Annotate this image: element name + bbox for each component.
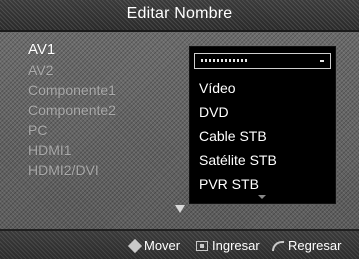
option-pvr-stb[interactable]: PVR STB (199, 175, 259, 193)
current-name-placeholder-icon (201, 59, 249, 62)
enter-icon (196, 241, 208, 251)
move-diamond-icon (127, 238, 143, 254)
option-cable-stb[interactable]: Cable STB (199, 127, 267, 145)
help-return-label: Regresar (288, 238, 342, 253)
option-dvd[interactable]: DVD (199, 103, 229, 121)
source-item-av2[interactable]: AV2 (28, 60, 188, 80)
title-bar: Editar Nombre (0, 0, 359, 32)
option-satelite-stb[interactable]: Satélite STB (199, 151, 277, 169)
help-move: Mover (127, 238, 181, 254)
name-options-dropdown[interactable]: Vídeo DVD Cable STB Satélite STB PVR STB (189, 46, 336, 204)
help-enter-label: Ingresar (212, 238, 260, 253)
dropdown-more-arrow-icon[interactable] (258, 195, 266, 199)
help-enter: Ingresar (196, 238, 260, 253)
input-source-list: AV1 AV2 Componente1 Componente2 PC HDMI1… (28, 40, 188, 180)
current-name-caret-icon (320, 60, 324, 62)
source-item-av1[interactable]: AV1 (28, 40, 188, 60)
page-title: Editar Nombre (126, 5, 233, 22)
source-item-pc[interactable]: PC (28, 120, 188, 140)
scroll-down-arrow-icon[interactable] (175, 205, 185, 213)
help-move-label: Mover (144, 238, 181, 253)
return-icon (272, 241, 284, 251)
help-bar: Mover Ingresar Regresar (0, 229, 359, 259)
option-video[interactable]: Vídeo (199, 79, 236, 97)
source-item-componente1[interactable]: Componente1 (28, 80, 188, 100)
source-item-hdmi1[interactable]: HDMI1 (28, 140, 188, 160)
current-name-field[interactable] (194, 53, 331, 69)
tv-osd-screen: Editar Nombre AV1 AV2 Componente1 Compon… (0, 0, 359, 259)
source-item-componente2[interactable]: Componente2 (28, 100, 188, 120)
help-return: Regresar (272, 238, 341, 253)
source-item-hdmi2-dvi[interactable]: HDMI2/DVI (28, 160, 188, 180)
